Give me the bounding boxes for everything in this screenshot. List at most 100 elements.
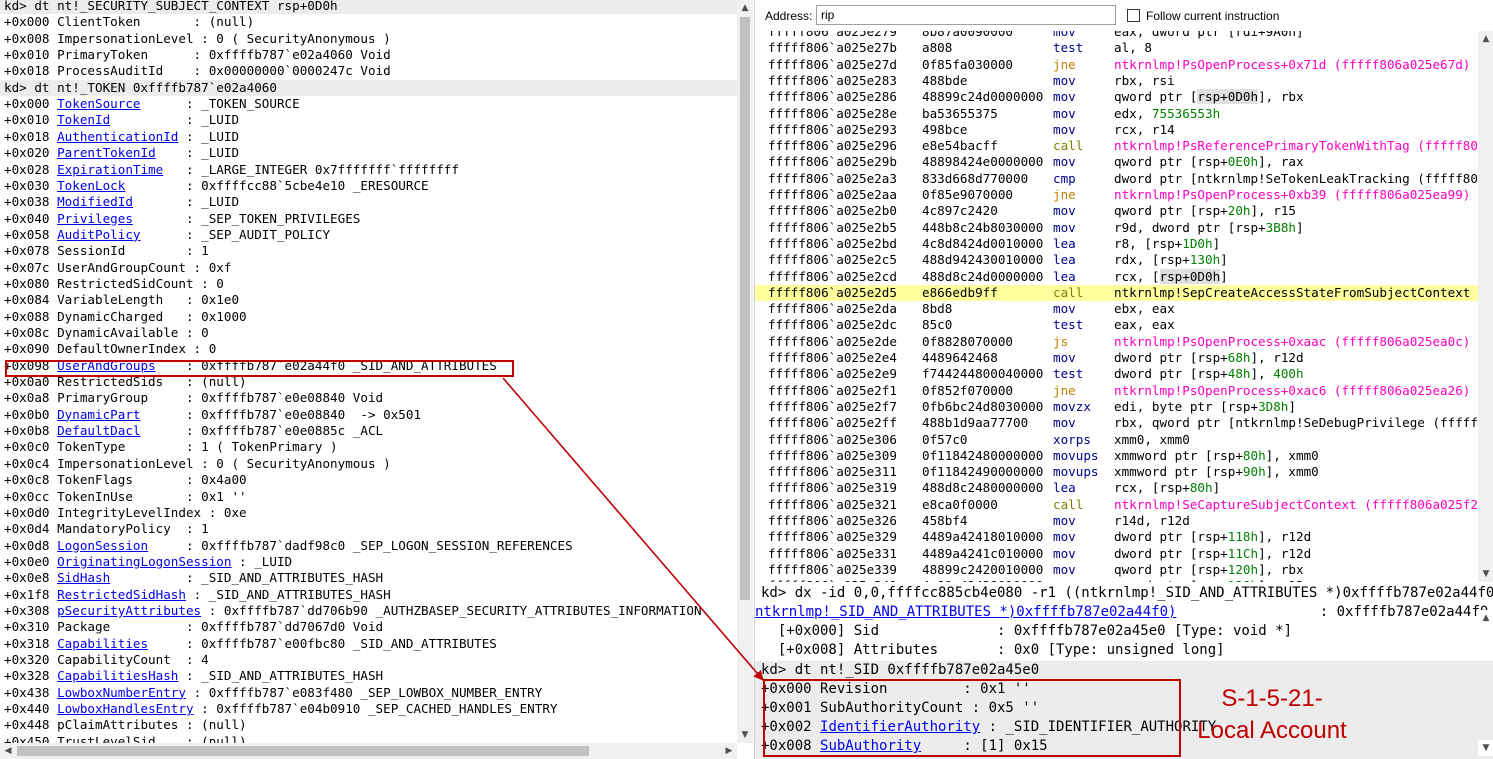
field-line: +0x0cc TokenInUse : 0x1 '': [4, 489, 247, 505]
field-line: +0x0c4 ImpersonationLevel : 0 ( Security…: [4, 456, 391, 472]
field-link[interactable]: ParentTokenId: [57, 145, 156, 160]
instr-operands: dword ptr [ntkrnlmp!SeTokenLeakTracking …: [1114, 171, 1478, 187]
field-line: +0x308 pSecurityAttributes : 0xffffb787`…: [4, 603, 702, 619]
disasm-row[interactable]: fffff806`a025e2ff 488b1d9aa77700 mov rbx, q…: [755, 415, 1478, 431]
instr-mnemonic: mov: [1053, 301, 1076, 317]
cmd-scroll-down-arrow-icon[interactable]: ▼: [1478, 740, 1493, 756]
scroll-down-arrow-icon[interactable]: ▼: [737, 727, 753, 743]
operand-part: qword ptr [rsp+: [1114, 561, 1228, 577]
field-link[interactable]: ModifiedId: [57, 194, 133, 209]
disasm-row[interactable]: fffff806`a025e2aa 0f85e9070000 jne ntkrnlmp…: [755, 187, 1478, 203]
instr-operands: rbx, rsi: [1114, 73, 1175, 89]
scroll-down-arrow-icon[interactable]: ▼: [1478, 566, 1493, 582]
command-output-area[interactable]: kd> dx -id 0,0,ffffcc885cb4e080 -r1 ((nt…: [755, 583, 1493, 759]
scroll-right-arrow-icon[interactable]: ▶: [721, 743, 737, 759]
disasm-row[interactable]: fffff806`a025e2b5 448b8c24b8030000 mov r9d,…: [755, 220, 1478, 236]
right-pane: Address: Follow current instruction ffff…: [754, 0, 1493, 759]
disasm-row[interactable]: fffff806`a025e2b0 4c897c2420 mov qword ptr …: [755, 203, 1478, 219]
scroll-left-arrow-icon[interactable]: ◀: [0, 743, 16, 759]
disasm-row[interactable]: fffff806`a025e339 48899c2420010000 mov qwor…: [755, 562, 1478, 578]
scroll-thumb[interactable]: [740, 17, 750, 600]
disasm-row[interactable]: fffff806`a025e331 4489a4241c010000 mov dwor…: [755, 546, 1478, 562]
disasm-row[interactable]: fffff806`a025e2dc 85c0 test eax, eax: [755, 317, 1478, 333]
field-link[interactable]: TokenId: [57, 112, 110, 127]
field-link[interactable]: RestrictedSidHash: [57, 587, 186, 602]
instr-mnemonic: call: [1053, 496, 1084, 512]
disasm-row[interactable]: fffff806`a025e286 48899c24d0000000 mov qwor…: [755, 89, 1478, 105]
disasm-row[interactable]: fffff806`a025e27b a808 test al, 8: [755, 40, 1478, 56]
field-link[interactable]: DefaultDacl: [57, 423, 140, 438]
instr-mnemonic: movzx: [1053, 398, 1091, 414]
scroll-up-arrow-icon[interactable]: ▲: [1478, 31, 1493, 47]
line-text: +0x450 TrustLevelSid : (null): [4, 733, 247, 743]
instr-address: fffff806`a025e2f1: [768, 382, 897, 398]
instr-address: fffff806`a025e339: [768, 561, 897, 577]
disasm-row[interactable]: fffff806`a025e27d 0f85fa030000 jne ntkrnlmp…: [755, 57, 1478, 73]
command-line: kd> dt nt!_SECURITY_SUBJECT_CONTEXT rsp+…: [4, 0, 338, 14]
dx-result-link[interactable]: ntkrnlmp!_SID_AND_ATTRIBUTES *)0xffffb78…: [755, 604, 1176, 620]
disasm-row[interactable]: fffff806`a025e326 458bf4 mov r14d, r12d: [755, 513, 1478, 529]
disasm-row[interactable]: fffff806`a025e329 4489a42418010000 mov dwor…: [755, 529, 1478, 545]
disasm-row[interactable]: fffff806`a025e311 0f11842490000000 movups x…: [755, 464, 1478, 480]
field-link[interactable]: Privileges: [57, 211, 133, 226]
disasm-row[interactable]: fffff806`a025e29b 48898424e0000000 mov qwor…: [755, 154, 1478, 170]
follow-instruction-checkbox[interactable]: [1127, 9, 1140, 22]
current-instruction-row[interactable]: fffff806`a025e2d5 e866edb9ff call ntkrnlmp!…: [755, 284, 1478, 302]
disasm-row[interactable]: fffff806`a025e283 488bde mov rbx, rsi: [755, 73, 1478, 89]
disasm-row[interactable]: fffff806`a025e319 488d8c2480000000 lea rcx,…: [755, 480, 1478, 496]
field-link[interactable]: Capabilities: [57, 636, 148, 651]
disasm-row[interactable]: fffff806`a025e2e9 f744244800040000 test dwo…: [755, 366, 1478, 382]
disasm-row[interactable]: fffff806`a025e293 498bce mov rcx, r14: [755, 122, 1478, 138]
field-link[interactable]: AuthenticationId: [57, 129, 178, 144]
disasm-vertical-scrollbar[interactable]: ▲ ▼: [1478, 31, 1493, 582]
disasm-row[interactable]: fffff806`a025e2da 8bd8 mov ebx, eax: [755, 301, 1478, 317]
disassembly-view[interactable]: fffff806`a025e279 8b87a0090000 mov eax, dwo…: [755, 31, 1478, 582]
field-value: : 0xffffb787`dd706b90 _AUTHZBASEP_SECURI…: [201, 602, 702, 618]
disasm-row[interactable]: fffff806`a025e2bd 4c8d8424d0010000 lea r8, …: [755, 236, 1478, 252]
line-text: +0x010 PrimaryToken : 0xffffb787`e02a406…: [4, 47, 391, 63]
left-horizontal-scrollbar[interactable]: ◀ ▶: [0, 743, 737, 759]
field-link[interactable]: LowboxNumberEntry: [57, 685, 186, 700]
operand-part: xmmword ptr [rsp+: [1114, 464, 1243, 480]
field-link[interactable]: AuditPolicy: [57, 227, 140, 242]
disasm-row[interactable]: fffff806`a025e296 e8e54bacff call ntkrnlmp!…: [755, 138, 1478, 154]
disasm-row[interactable]: fffff806`a025e279 8b87a0090000 mov eax, dwo…: [755, 31, 1478, 40]
instr-mnemonic: mov: [1053, 121, 1076, 137]
instr-operands: ntkrnlmp!PsOpenProcess+0xaac (fffff806a0…: [1114, 334, 1470, 350]
line-text: +0x0c4 ImpersonationLevel : 0 ( Security…: [4, 455, 391, 471]
cmd-scroll-up-arrow-icon[interactable]: ▲: [1478, 610, 1493, 626]
address-input[interactable]: [816, 5, 1116, 25]
operand-part: 75536553h: [1151, 105, 1221, 121]
field-link[interactable]: TokenSource: [57, 96, 140, 111]
field-link[interactable]: CapabilitiesHash: [57, 668, 178, 683]
field-link[interactable]: DynamicPart: [57, 407, 140, 422]
field-link[interactable]: ExpirationTime: [57, 162, 163, 177]
disasm-row[interactable]: fffff806`a025e2c5 488d942430010000 lea rdx,…: [755, 252, 1478, 268]
disasm-row[interactable]: fffff806`a025e2a3 833d668d770000 cmp dword …: [755, 171, 1478, 187]
disasm-row[interactable]: fffff806`a025e28e ba53655375 mov edx, 75536…: [755, 106, 1478, 122]
disasm-row[interactable]: fffff806`a025e306 0f57c0 xorps xmm0, xmm0: [755, 432, 1478, 448]
field-link[interactable]: SidHash: [57, 570, 110, 585]
disasm-row[interactable]: fffff806`a025e309 0f11842480000000 movups x…: [755, 448, 1478, 464]
instr-bytes: 8b87a0090000: [922, 31, 1013, 39]
field-link[interactable]: LowboxHandlesEntry: [57, 701, 193, 716]
scroll-up-arrow-icon[interactable]: ▲: [737, 0, 753, 16]
instr-address: fffff806`a025e2da: [768, 301, 897, 317]
disasm-row[interactable]: fffff806`a025e2de 0f8828070000 js ntkrnlmp!…: [755, 334, 1478, 350]
disasm-row[interactable]: fffff806`a025e2e4 4489642468 mov dword ptr …: [755, 350, 1478, 366]
hscroll-thumb[interactable]: [17, 746, 589, 756]
field-link[interactable]: LogonSession: [57, 538, 148, 553]
disasm-row[interactable]: fffff806`a025e2f1 0f852f070000 jne ntkrnlmp…: [755, 383, 1478, 399]
field-link[interactable]: OriginatingLogonSession: [57, 554, 231, 569]
disasm-row[interactable]: fffff806`a025e2cd 488d8c24d0000000 lea rcx,…: [755, 268, 1478, 285]
operand-text: ntkrnlmp!PsReferencePrimaryTokenWithTag …: [1114, 138, 1478, 154]
disasm-row[interactable]: fffff806`a025e341 4c89a42428010000 mov qwor…: [755, 578, 1478, 582]
disasm-row[interactable]: fffff806`a025e321 e8ca0f0000 call ntkrnlmp!…: [755, 497, 1478, 513]
instr-operands: edi, byte ptr [rsp+3D8h]: [1114, 399, 1296, 415]
field-link[interactable]: pSecurityAttributes: [57, 603, 201, 618]
instr-address: fffff806`a025e2dc: [768, 317, 897, 333]
operand-part: rsp+0D0h: [1197, 89, 1259, 105]
disasm-row[interactable]: fffff806`a025e2f7 0fb6bc24d8030000 movzx ed…: [755, 399, 1478, 415]
left-vertical-scrollbar[interactable]: ▲ ▼: [737, 0, 753, 743]
field-link[interactable]: TokenLock: [57, 178, 125, 193]
